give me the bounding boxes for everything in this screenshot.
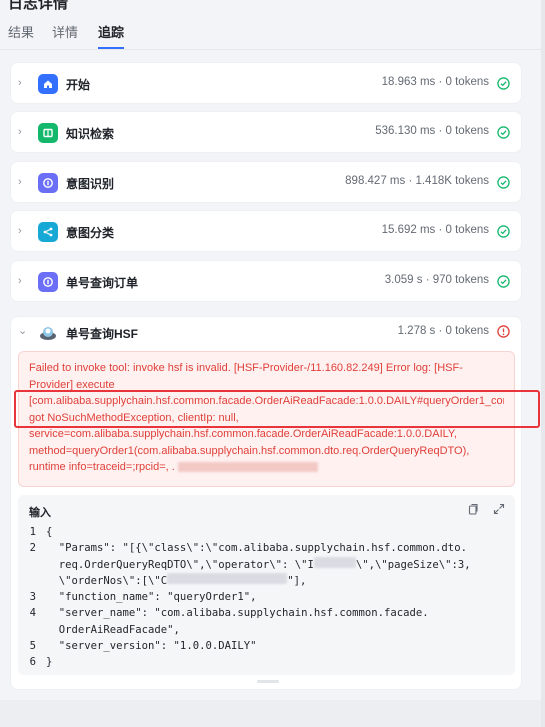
chevron-right-icon[interactable]: › xyxy=(18,76,30,90)
code-text: "function_name": "queryOrder1", xyxy=(46,591,257,604)
line-number xyxy=(18,573,46,589)
error-message: Failed to invoke tool: invoke hsf is inv… xyxy=(18,351,515,487)
node-meta: 898.427 ms · 1.418K tokens xyxy=(345,175,489,187)
code-text: { xyxy=(46,526,53,538)
code-text: "server_name": "com.alibaba.supplychain.… xyxy=(46,607,429,620)
code-text: "server_version": "1.0.0.DAILY" xyxy=(46,640,257,653)
check-circle-icon xyxy=(497,275,510,288)
input-toolbar xyxy=(467,503,505,515)
chevron-right-icon[interactable]: › xyxy=(18,175,30,189)
chevron-right-icon[interactable]: › xyxy=(18,224,30,238)
trace-node-knowledge[interactable]: › 知识检索 536.130 ms · 0 tokens xyxy=(10,111,522,153)
error-line: Failed to invoke tool: invoke hsf is inv… xyxy=(29,362,463,374)
code-text: "Params": "[{\"class\":\"com.alibaba.sup… xyxy=(46,542,467,555)
node-meta: 18.963 ms · 0 tokens xyxy=(381,76,489,88)
resize-handle[interactable] xyxy=(257,680,279,683)
check-circle-icon xyxy=(497,225,510,238)
trace-node-intent-recognition[interactable]: › 意图识别 898.427 ms · 1.418K tokens xyxy=(10,161,522,203)
node-meta: 15.692 ms · 0 tokens xyxy=(381,224,489,236)
error-line: method=queryOrder1(com.alibaba.supplycha… xyxy=(29,444,470,457)
node-name: 单号查询订单 xyxy=(66,276,139,290)
intent-icon xyxy=(38,173,58,193)
runtime-text: runtime info=traceid=;rpcid=, . xyxy=(29,461,175,473)
intent-icon xyxy=(38,272,58,292)
node-name: 意图分类 xyxy=(66,226,115,240)
check-circle-icon xyxy=(497,176,510,189)
error-line-runtime: runtime info=traceid=;rpcid=, . xyxy=(29,459,504,476)
tab-details[interactable]: 详情 xyxy=(52,22,78,41)
code-text: req.OrderQueryReqDTO\",\"operator\": \"I xyxy=(46,558,314,571)
home-icon xyxy=(38,74,58,94)
error-line: Provider] execute xyxy=(29,378,115,391)
line-number: 5 xyxy=(29,640,36,653)
chevron-down-icon[interactable]: ⌄ xyxy=(18,324,27,337)
tab-result[interactable]: 结果 xyxy=(8,22,34,41)
node-meta: 536.130 ms · 0 tokens xyxy=(375,125,489,137)
line-number xyxy=(18,622,46,638)
book-icon xyxy=(38,123,58,143)
chevron-right-icon[interactable]: › xyxy=(18,274,30,288)
input-label: 输入 xyxy=(29,507,51,519)
line-number: 3 xyxy=(29,591,36,604)
node-name: 意图识别 xyxy=(66,177,115,191)
code-text: \",\"pageSize\":3, xyxy=(355,558,471,571)
branch-icon xyxy=(38,222,58,242)
redacted-text xyxy=(313,556,356,568)
code-block: 1 { 2 "Params": "[{\"class\":\"com.alibab… xyxy=(18,524,515,671)
error-line: service=com.alibaba.supplychain.hsf.comm… xyxy=(29,428,457,440)
tab-trace[interactable]: 追踪 xyxy=(98,22,124,41)
trace-node-order-query[interactable]: › 单号查询订单 3.059 s · 970 tokens xyxy=(10,260,522,302)
code-text: "], xyxy=(287,574,307,587)
line-number: 4 xyxy=(29,607,36,620)
code-text: } xyxy=(46,656,53,669)
scrollbar-track[interactable] xyxy=(541,0,545,727)
code-text: \"orderNos\":[\"C xyxy=(46,574,168,587)
chevron-right-icon[interactable]: › xyxy=(18,125,30,139)
line-number xyxy=(18,557,46,573)
error-line: got NoSuchMethodException, clientIp: nul… xyxy=(29,411,239,424)
tab-bar: 结果 详情 追踪 xyxy=(0,12,545,50)
copy-icon[interactable] xyxy=(467,503,479,515)
node-meta: 3.059 s · 970 tokens xyxy=(384,274,489,286)
trace-node-hsf: ⌄ 单号查询HSF 1.278 s · 0 tokens Failed to i… xyxy=(10,316,522,690)
trace-node-intent-classify[interactable]: › 意图分类 15.692 ms · 0 tokens xyxy=(10,210,522,252)
error-circle-icon xyxy=(497,325,510,338)
redacted-text xyxy=(167,572,288,584)
check-circle-icon xyxy=(497,126,510,139)
expand-icon[interactable] xyxy=(493,503,505,515)
active-tab-indicator xyxy=(98,47,124,49)
node-name: 开始 xyxy=(66,78,91,92)
line-number: 2 xyxy=(29,542,36,555)
line-number: 6 xyxy=(29,656,36,669)
bottom-bar xyxy=(0,700,545,727)
redacted-text xyxy=(177,462,318,473)
node-meta: 1.278 s · 0 tokens xyxy=(397,325,489,337)
line-number: 1 xyxy=(29,526,36,538)
code-text: OrderAiReadFacade", xyxy=(46,623,180,636)
check-circle-icon xyxy=(497,77,510,90)
input-panel: 输入 1 { 2 "Params": "[{\"class\":\"com.ali… xyxy=(18,495,515,675)
error-line: [com.alibaba.supplychain.hsf.common.faca… xyxy=(29,395,504,407)
hsf-icon xyxy=(40,327,56,340)
node-name: 单号查询HSF xyxy=(66,327,139,341)
node-name: 知识检索 xyxy=(66,127,115,141)
trace-node-start[interactable]: › 开始 18.963 ms · 0 tokens xyxy=(10,62,522,104)
